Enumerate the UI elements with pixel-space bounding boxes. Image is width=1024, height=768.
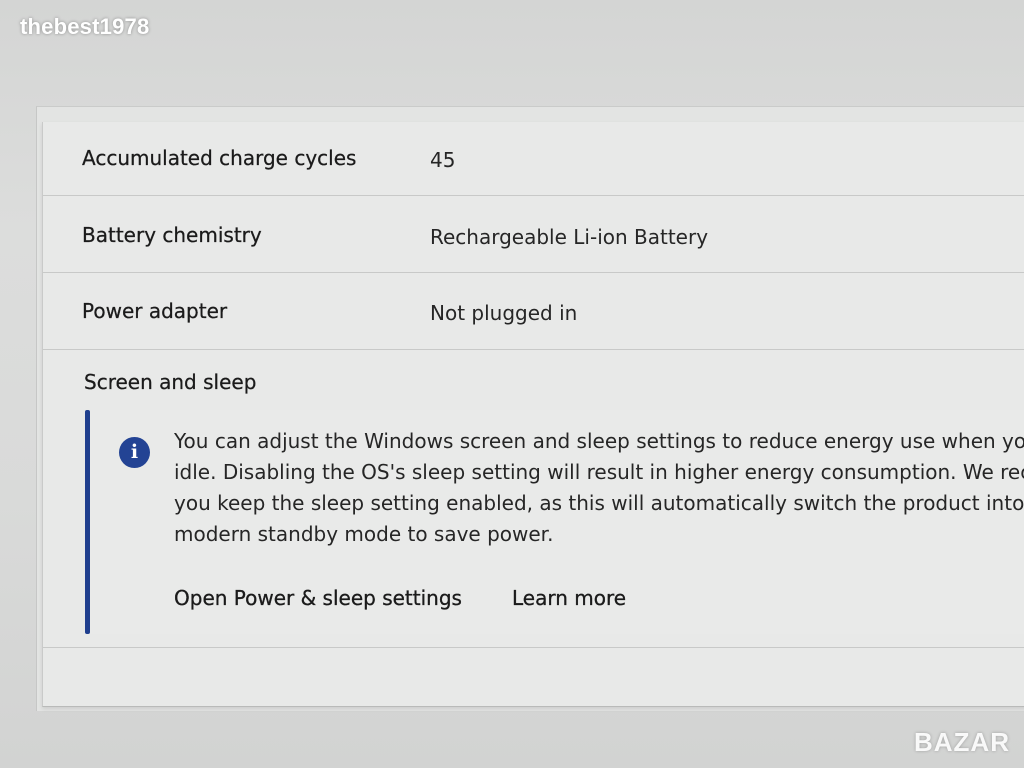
info-bar-accent [85, 410, 90, 634]
charge-cycles-value: 45 [430, 148, 456, 172]
screen-area: Accumulated charge cycles 45 Battery che… [0, 0, 1024, 768]
learn-more-link[interactable]: Learn more [512, 586, 626, 610]
screen-and-sleep-title: Screen and sleep [84, 370, 257, 394]
row-charge-cycles: Accumulated charge cycles 45 [43, 122, 1024, 196]
info-message-line: You can adjust the Windows screen and sl… [174, 429, 1024, 453]
info-message-line: idle. Disabling the OS's sleep setting w… [174, 460, 1024, 484]
battery-details-card: Accumulated charge cycles 45 Battery che… [42, 122, 1024, 707]
open-power-sleep-settings-link[interactable]: Open Power & sleep settings [174, 586, 462, 610]
power-adapter-value: Not plugged in [430, 301, 578, 325]
photo-watermark: thebest1978 [20, 14, 150, 39]
info-message: You can adjust the Windows screen and sl… [174, 426, 1024, 550]
row-power-adapter: Power adapter Not plugged in [43, 273, 1024, 350]
battery-chemistry-value: Rechargeable Li-ion Battery [430, 225, 709, 249]
info-message-line: modern standby mode to save power. [174, 522, 554, 546]
battery-chemistry-label: Battery chemistry [82, 223, 262, 247]
info-message-line: you keep the sleep setting enabled, as t… [174, 491, 1024, 515]
info-icon: i [119, 437, 150, 468]
card-bottom-divider [43, 647, 1024, 648]
power-adapter-label: Power adapter [82, 299, 228, 323]
row-battery-chemistry: Battery chemistry Rechargeable Li-ion Ba… [43, 196, 1024, 273]
charge-cycles-label: Accumulated charge cycles [82, 146, 357, 170]
bazar-logo: BAZAR [914, 727, 1010, 757]
screen-sleep-info-bar: i You can adjust the Windows screen and … [85, 410, 1024, 634]
